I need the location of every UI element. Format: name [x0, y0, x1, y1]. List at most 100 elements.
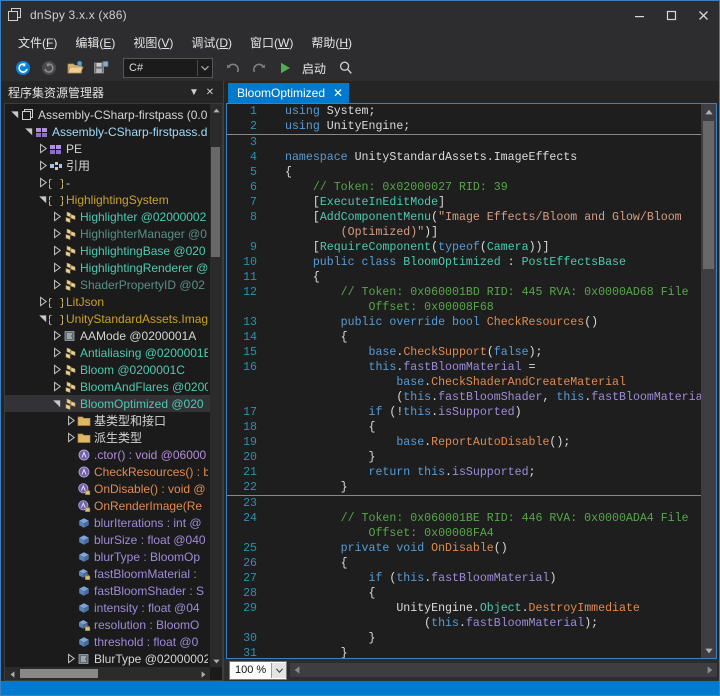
tree-expander-icon[interactable]: [37, 194, 48, 205]
tree-node[interactable]: blurSize : float @040: [5, 531, 210, 548]
code-line[interactable]: 26 {: [227, 556, 701, 571]
code-line[interactable]: Offset: 0x00008FA4: [227, 526, 701, 541]
code-line[interactable]: 30 }: [227, 631, 701, 646]
editor-scroll-up-icon[interactable]: [701, 104, 716, 119]
editor-scroll-thumb[interactable]: [703, 121, 714, 269]
tree-node[interactable]: intensity : float @04: [5, 599, 210, 616]
code-line[interactable]: 16 this.fastBloomMaterial =: [227, 360, 701, 375]
tree-node[interactable]: CheckResources() : b: [5, 463, 210, 480]
tree-scroll-down-icon[interactable]: [210, 655, 222, 667]
code-line[interactable]: 28 {: [227, 586, 701, 601]
assembly-tree[interactable]: Assembly-CSharp-firstpass (0.0.0Assembly…: [5, 104, 210, 667]
tree-scroll-up-icon[interactable]: [210, 104, 222, 116]
tree-node[interactable]: Assembly-CSharp-firstpass (0.0.0: [5, 106, 210, 123]
code-line[interactable]: 21 return this.isSupported;: [227, 465, 701, 480]
menu-view[interactable]: 视图(V): [124, 31, 182, 54]
editor-horizontal-scrollbar[interactable]: [290, 663, 717, 677]
code-line[interactable]: (this.fastBloomShader, this.fastBloomMat…: [227, 390, 701, 405]
code-line[interactable]: 20 }: [227, 450, 701, 465]
tree-node[interactable]: OnRenderImage(Re: [5, 497, 210, 514]
tree-expander-icon[interactable]: [51, 364, 62, 375]
tree-scroll-right-icon[interactable]: [196, 667, 210, 681]
tree-node[interactable]: 基类型和接口: [5, 412, 210, 429]
undo-button[interactable]: [221, 57, 245, 79]
menu-edit[interactable]: 编辑(E): [66, 31, 124, 54]
editor-scroll-down-icon[interactable]: [701, 643, 716, 658]
code-line[interactable]: 9 [RequireComponent(typeof(Camera))]: [227, 240, 701, 255]
panel-menu-icon[interactable]: ▼: [186, 83, 202, 101]
language-combo[interactable]: C#: [123, 58, 213, 78]
code-line[interactable]: 18 {: [227, 420, 701, 435]
tab-bloomoptimized[interactable]: BloomOptimized ✕: [228, 83, 349, 103]
code-line[interactable]: 6 // Token: 0x02000027 RID: 39: [227, 180, 701, 195]
tree-expander-icon[interactable]: [65, 653, 76, 664]
tree-expander-icon[interactable]: [51, 381, 62, 392]
code-line[interactable]: 13 public override bool CheckResources(): [227, 315, 701, 330]
code-line[interactable]: 12 // Token: 0x060001BD RID: 445 RVA: 0x…: [227, 285, 701, 300]
tree-expander-icon[interactable]: [51, 211, 62, 222]
tree-node[interactable]: blurIterations : int @: [5, 514, 210, 531]
tree-node[interactable]: OnDisable() : void @: [5, 480, 210, 497]
menu-window[interactable]: 窗口(W): [241, 31, 302, 54]
code-line[interactable]: 22 }: [227, 480, 701, 496]
code-line[interactable]: 25 private void OnDisable(): [227, 541, 701, 556]
maximize-button[interactable]: [655, 1, 687, 29]
tree-node[interactable]: blurType : BloomOp: [5, 548, 210, 565]
code-line[interactable]: 7 [ExecuteInEditMode]: [227, 195, 701, 210]
tree-expander-icon[interactable]: [23, 126, 34, 137]
tab-close-icon[interactable]: ✕: [333, 87, 343, 99]
code-line[interactable]: 14 {: [227, 330, 701, 345]
menu-file[interactable]: 文件(F): [9, 31, 66, 54]
tree-scroll-thumb[interactable]: [211, 147, 220, 257]
tree-node[interactable]: fastBloomShader : S: [5, 582, 210, 599]
close-button[interactable]: [687, 1, 719, 29]
tree-node[interactable]: BlurType @02000002: [5, 650, 210, 667]
tree-expander-icon[interactable]: [9, 109, 20, 120]
editor-vertical-scrollbar[interactable]: [701, 104, 716, 658]
tree-expander-icon[interactable]: [51, 330, 62, 341]
tree-node[interactable]: AAMode @0200001A: [5, 327, 210, 344]
tree-node[interactable]: HighlightingBase @020: [5, 242, 210, 259]
open-file-button[interactable]: [63, 57, 87, 79]
tree-expander-icon[interactable]: [51, 262, 62, 273]
tree-node[interactable]: resolution : BloomO: [5, 616, 210, 633]
tree-node[interactable]: Assembly-CSharp-firstpass.dll: [5, 123, 210, 140]
code-line[interactable]: 1using System;: [227, 104, 701, 119]
code-line[interactable]: 19 base.ReportAutoDisable();: [227, 435, 701, 450]
tree-expander-icon[interactable]: [65, 432, 76, 443]
tree-node[interactable]: PE: [5, 140, 210, 157]
tree-vertical-scrollbar[interactable]: [210, 104, 222, 667]
redo-button[interactable]: [247, 57, 271, 79]
tree-node[interactable]: BloomOptimized @020: [5, 395, 210, 412]
menu-debug[interactable]: 调试(D): [182, 31, 241, 54]
tree-node[interactable]: BloomAndFlares @0200: [5, 378, 210, 395]
editor-scroll-left-icon[interactable]: [290, 663, 304, 677]
code-line[interactable]: 11 {: [227, 270, 701, 285]
menu-help[interactable]: 帮助(H): [302, 31, 361, 54]
code-line[interactable]: (Optimized)")]: [227, 225, 701, 240]
tree-hscroll-thumb[interactable]: [20, 669, 98, 678]
code-line[interactable]: 29 UnityEngine.Object.DestroyImmediate: [227, 601, 701, 616]
code-line[interactable]: 17 if (!this.isSupported): [227, 405, 701, 420]
tree-node[interactable]: 派生类型: [5, 429, 210, 446]
tree-node[interactable]: Highlighter @02000002: [5, 208, 210, 225]
tree-node[interactable]: HighlightingRenderer @: [5, 259, 210, 276]
code-view[interactable]: 1using System;2using UnityEngine;34names…: [227, 104, 701, 658]
start-button[interactable]: [273, 57, 297, 79]
tree-node[interactable]: threshold : float @0: [5, 633, 210, 650]
code-line[interactable]: 23: [227, 496, 701, 511]
tree-expander-icon[interactable]: [51, 245, 62, 256]
code-line[interactable]: 3: [227, 135, 701, 150]
search-button[interactable]: [334, 57, 358, 79]
code-line[interactable]: 27 if (this.fastBloomMaterial): [227, 571, 701, 586]
tree-node[interactable]: { }HighlightingSystem: [5, 191, 210, 208]
code-line[interactable]: 15 base.CheckSupport(false);: [227, 345, 701, 360]
tree-node[interactable]: Bloom @0200001C: [5, 361, 210, 378]
save-module-button[interactable]: [89, 57, 113, 79]
zoom-combo[interactable]: 100 %: [229, 661, 287, 680]
tree-expander-icon[interactable]: [51, 398, 62, 409]
tree-node[interactable]: .ctor() : void @06000: [5, 446, 210, 463]
tree-expander-icon[interactable]: [37, 296, 48, 307]
tree-node[interactable]: 引用: [5, 157, 210, 174]
code-line[interactable]: base.CheckShaderAndCreateMaterial: [227, 375, 701, 390]
